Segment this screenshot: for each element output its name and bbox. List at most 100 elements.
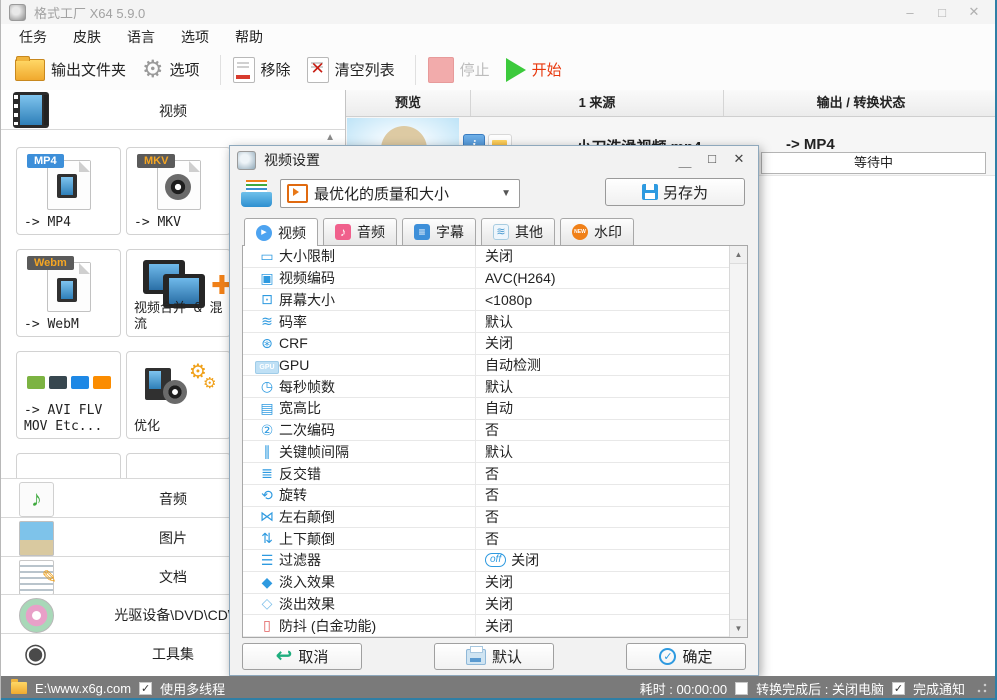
dialog-minimize-button[interactable]: ＿ [678, 151, 692, 170]
setting-label: 屏幕大小 [279, 291, 335, 308]
setting-value[interactable]: off 关闭 [475, 550, 730, 571]
column-header-source[interactable]: 1 来源 [471, 90, 724, 116]
preset-dropdown[interactable]: 最优化的质量和大小 ▼ [280, 179, 520, 208]
setting-row[interactable]: GPU GPU 自动检测 [243, 354, 730, 377]
menu-item[interactable]: 帮助 [235, 27, 263, 47]
options-button[interactable]: ⚙ 选项 [142, 55, 200, 83]
folder-icon [11, 679, 27, 694]
scroll-up-icon[interactable]: ▲ [730, 246, 747, 264]
tab-video[interactable]: 视频 [244, 218, 318, 246]
setting-value[interactable]: 默认 [475, 311, 730, 332]
format-badge: MP4 [27, 154, 64, 168]
default-button[interactable]: 默认 [434, 643, 554, 670]
setting-value[interactable]: 默认 [475, 441, 730, 463]
menu-item[interactable]: 语言 [127, 27, 155, 47]
card-webm[interactable]: Webm -> WebM [16, 249, 121, 337]
menu-item[interactable]: 皮肤 [73, 27, 101, 47]
setting-value[interactable]: 自动 [475, 398, 730, 419]
stabilize-icon: ▯ [263, 617, 271, 634]
setting-value[interactable]: 否 [475, 484, 730, 506]
setting-label: 防抖 (白金功能) [279, 617, 377, 634]
setting-value[interactable]: 关闭 [475, 593, 730, 615]
setting-label: 二次编码 [279, 422, 335, 439]
setting-value[interactable]: 默认 [475, 376, 730, 398]
output-path[interactable]: E:\www.x6g.com [35, 681, 131, 696]
setting-label: 码率 [279, 313, 307, 330]
film-icon [57, 174, 77, 198]
column-header-output[interactable]: 输出 / 转换状态 [724, 90, 997, 116]
setting-row[interactable]: ≋ 码率 默认 [243, 311, 730, 333]
setting-row[interactable]: ∥ 关键帧间隔 默认 [243, 441, 730, 464]
card-optimize[interactable]: ⚙ ⚙ 优化 [126, 351, 231, 439]
setting-row[interactable]: ▯ 防抖 (白金功能) 关闭 [243, 615, 730, 637]
preset-value: 最优化的质量和大小 [314, 186, 450, 203]
menu-item[interactable]: 任务 [19, 27, 47, 47]
maximize-button[interactable]: □ [933, 5, 951, 20]
setting-row[interactable]: ◇ 淡出效果 关闭 [243, 593, 730, 616]
tab-other[interactable]: 其他 [481, 218, 555, 245]
dialog-maximize-button[interactable]: □ [705, 151, 719, 170]
card-label: -> WebM [24, 316, 79, 332]
setting-row[interactable]: ⊛ CRF 关闭 [243, 332, 730, 355]
gear-icon: ⚙ [142, 55, 164, 83]
setting-value[interactable]: 否 [475, 528, 730, 550]
setting-row[interactable]: ▤ 宽高比 自动 [243, 398, 730, 420]
setting-value[interactable]: 关闭 [475, 332, 730, 354]
scrollbar[interactable]: ▲ ▼ [729, 246, 747, 637]
setting-value[interactable]: AVC(H264) [475, 267, 730, 289]
setting-label: GPU [279, 356, 310, 373]
card-mkv[interactable]: MKV -> MKV [126, 147, 231, 235]
save-as-button[interactable]: 另存为 [605, 178, 745, 206]
setting-value[interactable]: 自动检测 [475, 354, 730, 376]
video-category-header[interactable]: 视频 [1, 90, 345, 130]
setting-value[interactable]: 否 [475, 419, 730, 441]
setting-row[interactable]: ◆ 淡入效果 关闭 [243, 571, 730, 594]
setting-row[interactable]: ◷ 每秒帧数 默认 [243, 376, 730, 399]
start-button[interactable]: 开始 [505, 57, 562, 82]
stop-button[interactable]: 停止 [427, 56, 490, 83]
minimize-button[interactable]: – [901, 5, 919, 20]
setting-row[interactable]: ▣ 视频编码 AVC(H264) [243, 267, 730, 290]
format-chips-icon [27, 376, 111, 389]
resize-grip[interactable] [977, 683, 987, 693]
setting-value[interactable]: 否 [475, 506, 730, 528]
tab-audio[interactable]: 音频 [323, 218, 397, 245]
notify-checkbox[interactable]: ✓ [891, 681, 905, 695]
disc-icon [163, 380, 187, 404]
atom-icon: ⊛ [261, 334, 273, 351]
setting-row[interactable]: ≣ 反交错 否 [243, 463, 730, 485]
remove-button[interactable]: 移除 [232, 56, 291, 83]
cancel-button[interactable]: ↩ 取消 [242, 643, 362, 670]
shutdown-after-checkbox[interactable] [735, 681, 749, 695]
ok-button[interactable]: ✓ 确定 [626, 643, 746, 670]
setting-row[interactable]: ⋈ 左右颠倒 否 [243, 506, 730, 529]
tab-subtitle[interactable]: 字幕 [402, 218, 476, 245]
setting-row[interactable]: ☰ 过滤器 off 关闭 [243, 550, 730, 572]
card-partial[interactable] [126, 453, 231, 478]
output-folder-button[interactable]: 输出文件夹 [15, 55, 126, 81]
close-button[interactable]: ✕ [965, 4, 983, 20]
setting-row[interactable]: ▭ 大小限制 关闭 [243, 246, 730, 268]
menu-item[interactable]: 选项 [181, 27, 209, 47]
scroll-down-icon[interactable]: ▼ [730, 619, 747, 637]
default-label: 默认 [491, 649, 522, 666]
multithread-checkbox[interactable]: ✓ [139, 681, 153, 695]
card-avi-flv-mov[interactable]: -> AVI FLV MOV Etc... [16, 351, 121, 439]
setting-row[interactable]: ⇅ 上下颠倒 否 [243, 528, 730, 551]
dialog-close-button[interactable]: ✕ [732, 151, 746, 170]
format-factory-window: 格式工厂 X64 5.9.0 – □ ✕ 任务 皮肤 语言 选项 帮助 输出文件夹 ⚙ … [0, 0, 997, 700]
column-header-preview[interactable]: 预览 [346, 90, 471, 116]
tab-watermark[interactable]: NEW 水印 [560, 218, 634, 245]
setting-row[interactable]: ⊡ 屏幕大小 <1080p [243, 289, 730, 312]
clear-list-button[interactable]: 清空列表 [306, 56, 395, 83]
setting-row[interactable]: ② 二次编码 否 [243, 419, 730, 442]
card-partial[interactable] [16, 453, 121, 478]
card-merge-mux[interactable]: ✚ 视频合并 & 混流 [126, 249, 233, 337]
setting-value[interactable]: 否 [475, 463, 730, 484]
setting-value[interactable]: 关闭 [475, 246, 730, 267]
setting-value[interactable]: <1080p [475, 289, 730, 311]
setting-row[interactable]: ⟲ 旋转 否 [243, 484, 730, 507]
card-mp4[interactable]: MP4 -> MP4 [16, 147, 121, 235]
setting-value[interactable]: 关闭 [475, 571, 730, 593]
setting-value[interactable]: 关闭 [475, 615, 730, 636]
